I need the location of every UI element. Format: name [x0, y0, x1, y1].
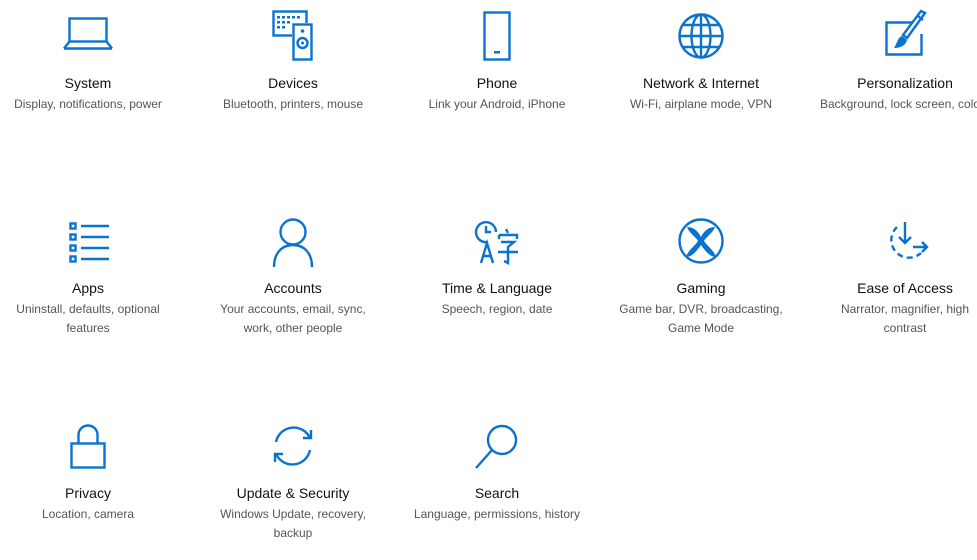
- tile-system[interactable]: System Display, notifications, power: [0, 0, 176, 150]
- tile-description: Bluetooth, printers, mouse: [222, 97, 364, 111]
- tile-privacy[interactable]: Privacy Location, camera: [0, 410, 176, 560]
- tile-gaming[interactable]: Gaming Game bar, DVR, broadcasting, Game…: [613, 205, 789, 355]
- laptop-icon: [60, 8, 116, 64]
- tile-title: Accounts: [264, 280, 322, 296]
- tile-title: Personalization: [857, 75, 953, 91]
- tile-description: Display, notifications, power: [14, 97, 162, 111]
- tile-personalization[interactable]: Personalization Background, lock screen,…: [817, 0, 977, 150]
- person-icon: [265, 213, 321, 269]
- tile-title: System: [64, 75, 112, 91]
- tile-time-language[interactable]: Time & Language Speech, region, date: [409, 205, 585, 355]
- xbox-icon: [673, 213, 729, 269]
- tile-search[interactable]: Search Language, permissions, history: [409, 410, 585, 560]
- sync-arrows-icon: [265, 418, 321, 474]
- tile-title: Devices: [268, 75, 318, 91]
- tile-description: Uninstall, defaults, optional features: [16, 302, 160, 335]
- ease-of-access-icon: [877, 213, 933, 269]
- keyboard-speaker-icon: [265, 8, 321, 64]
- tile-title: Update & Security: [236, 485, 350, 501]
- tile-description: Narrator, magnifier, high contrast: [840, 302, 970, 335]
- tile-description: Location, camera: [41, 507, 135, 521]
- tile-network-internet[interactable]: Network & Internet Wi-Fi, airplane mode,…: [613, 0, 789, 150]
- tile-accounts[interactable]: Accounts Your accounts, email, sync, wor…: [205, 205, 381, 355]
- tile-title: Gaming: [676, 280, 726, 296]
- tile-description: Your accounts, email, sync, work, other …: [220, 302, 366, 335]
- tile-description: Wi-Fi, airplane mode, VPN: [629, 97, 773, 111]
- paint-tablet-icon: [877, 8, 933, 64]
- tile-title: Time & Language: [442, 280, 552, 296]
- tile-description: Link your Android, iPhone: [428, 97, 566, 111]
- tile-description: Game bar, DVR, broadcasting, Game Mode: [619, 302, 783, 335]
- tile-title: Phone: [476, 75, 518, 91]
- tile-description: Language, permissions, history: [413, 507, 581, 521]
- clock-language-icon: [469, 213, 525, 269]
- tile-description: Speech, region, date: [441, 302, 553, 316]
- tile-apps[interactable]: Apps Uninstall, defaults, optional featu…: [0, 205, 176, 355]
- tile-title: Search: [474, 485, 520, 501]
- phone-icon: [469, 8, 525, 64]
- tile-phone[interactable]: Phone Link your Android, iPhone: [409, 0, 585, 150]
- tile-title: Network & Internet: [643, 75, 759, 91]
- tile-title: Apps: [72, 280, 104, 296]
- magnifier-icon: [469, 418, 525, 474]
- tile-description: Background, lock screen, colors: [819, 97, 977, 111]
- tile-update-security[interactable]: Update & Security Windows Update, recove…: [205, 410, 381, 560]
- lock-icon: [60, 418, 116, 474]
- settings-grid: System Display, notifications, power Dev…: [0, 0, 977, 540]
- tile-title: Privacy: [65, 485, 111, 501]
- globe-icon: [673, 8, 729, 64]
- tile-description: Windows Update, recovery, backup: [220, 507, 366, 540]
- tile-title: Ease of Access: [857, 280, 953, 296]
- app-list-icon: [60, 213, 116, 269]
- tile-devices[interactable]: Devices Bluetooth, printers, mouse: [205, 0, 381, 150]
- tile-ease-of-access[interactable]: Ease of Access Narrator, magnifier, high…: [817, 205, 977, 355]
